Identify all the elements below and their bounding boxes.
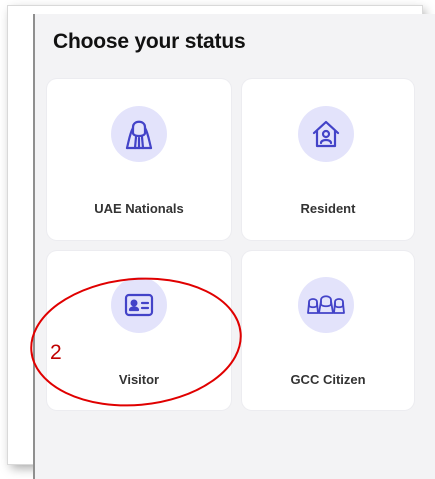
house-person-icon	[298, 106, 354, 162]
option-label: UAE Nationals	[94, 201, 184, 216]
id-card-icon	[111, 277, 167, 333]
page-title: Choose your status	[53, 30, 246, 53]
option-card-gcc-citizen[interactable]: GCC Citizen	[242, 251, 414, 410]
uae-national-person-icon	[111, 106, 167, 162]
option-label: Resident	[300, 201, 356, 216]
option-card-uae-nationals[interactable]: UAE Nationals	[47, 79, 231, 240]
option-label: Visitor	[118, 372, 160, 387]
option-label: GCC Citizen	[290, 372, 366, 387]
option-card-visitor[interactable]: Visitor	[47, 251, 231, 410]
option-card-resident[interactable]: Resident	[242, 79, 414, 240]
annotation-number: 2	[50, 341, 62, 364]
gcc-group-icon	[298, 277, 354, 333]
